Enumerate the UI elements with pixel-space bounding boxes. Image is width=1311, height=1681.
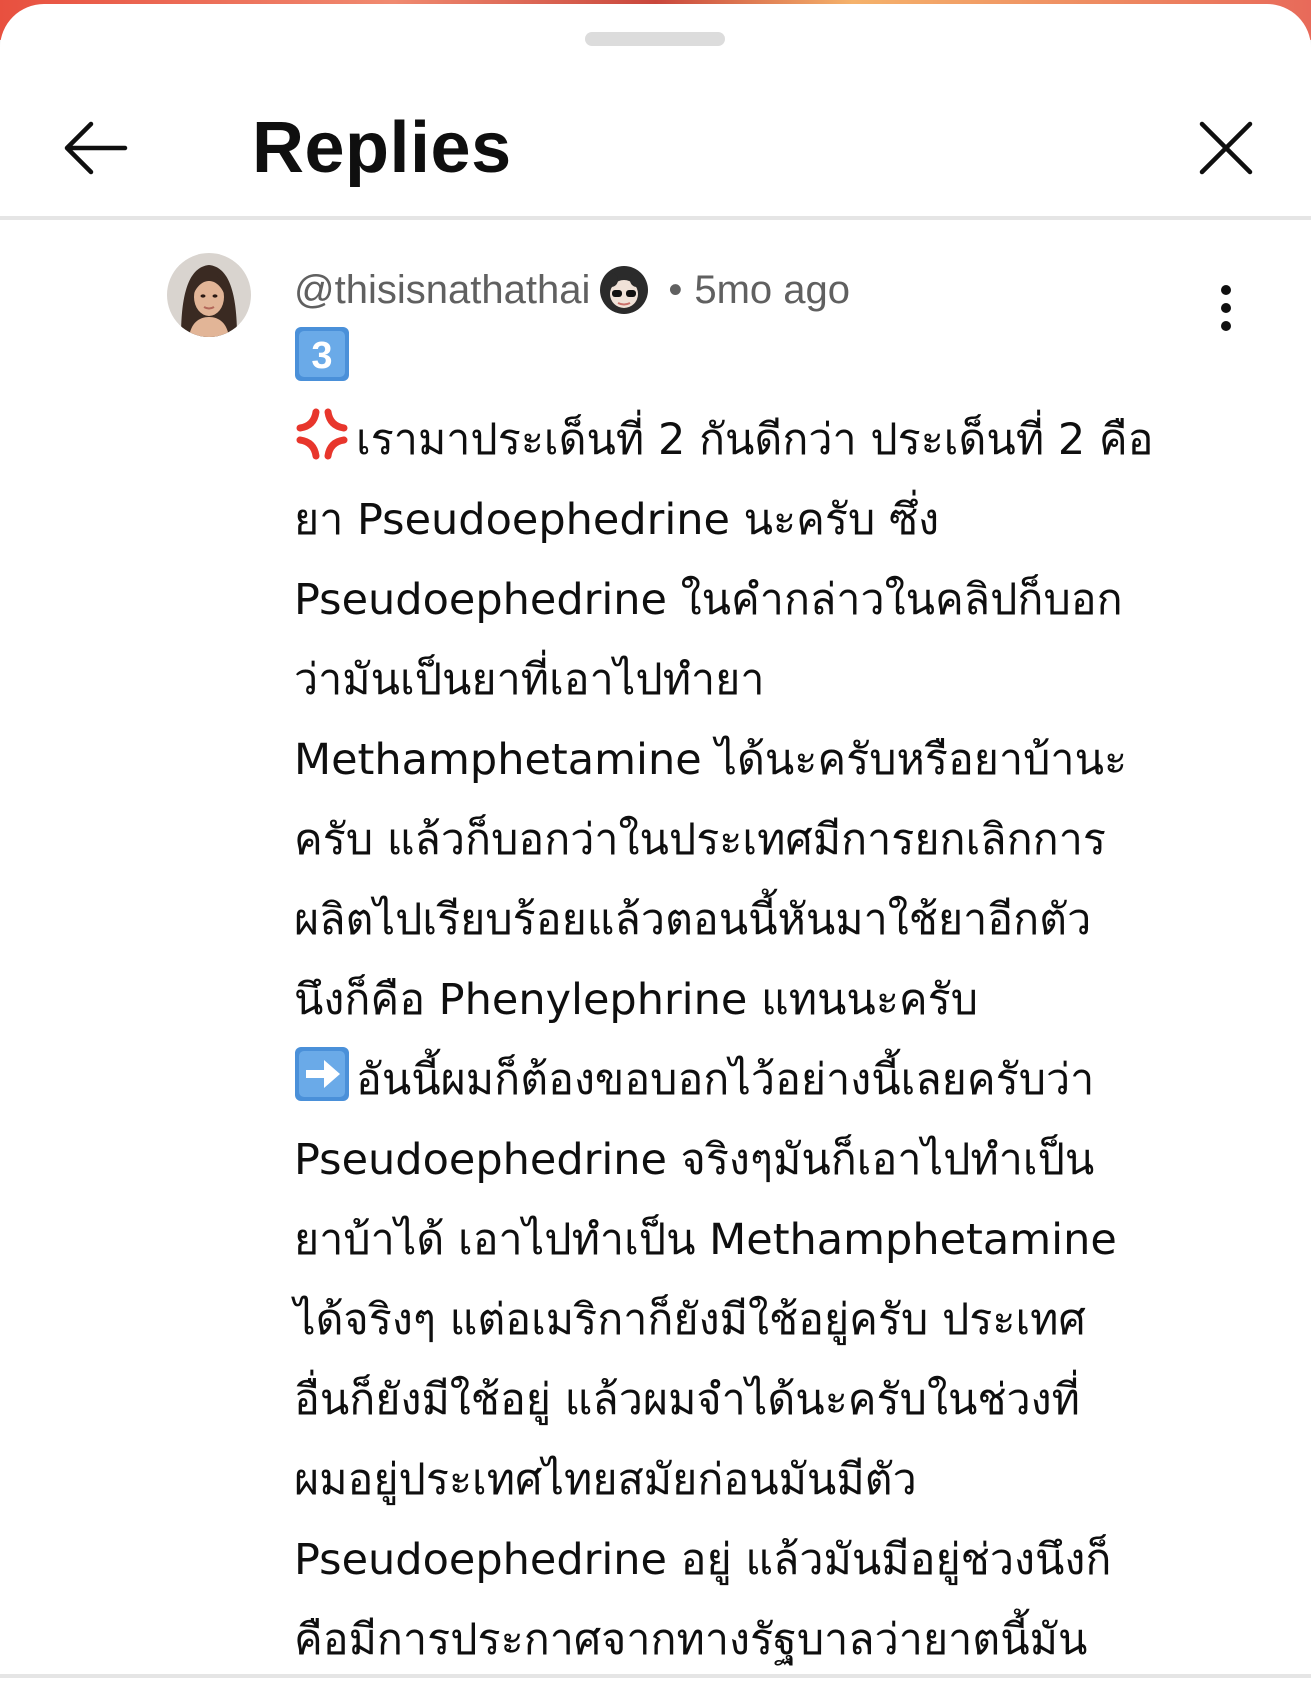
comment-line: อื่นก็ยังมีใช้อยู่ แล้วผมจำได้นะครับในช่… [294, 1375, 1081, 1425]
comment-line: คือมีการประกาศจากทางรัฐบาลว่ายาตนี้มัน [294, 1615, 1088, 1665]
comment-line: ได้จริงๆ แต่อเมริกาก็ยังมีใช้อยู่ครับ ปร… [294, 1295, 1086, 1345]
anger-symbol-icon [294, 406, 350, 462]
page-title: Replies [252, 108, 512, 188]
bottom-divider [0, 1674, 1311, 1678]
comment-line: ยา Pseudoephedrine นะครับ ซึ่ง [294, 495, 940, 545]
comment-line: ครับ แล้วก็บอกว่าในประเทศมีการยกเลิกการ [294, 815, 1106, 865]
reply-timestamp: 5mo ago [694, 267, 851, 312]
comment-line: Pseudoephedrine ในคำกล่าวในคลิปก็บอก [294, 575, 1123, 625]
replies-sheet: Replies @thisisnathathai • 5mo ago 3 เรา… [0, 4, 1311, 1681]
comment-line: ยาบ้าได้ เอาไปทำเป็น Methamphetamine [294, 1215, 1117, 1265]
avatar[interactable] [167, 253, 251, 337]
channel-avatar-badge-icon [596, 262, 652, 318]
comment-line: ผลิตไปเรียบร้อยแล้วตอนนี้หันมาใช้ยาอีกตั… [294, 895, 1092, 945]
comment-line: Methamphetamine ได้นะครับหรือยาบ้านะ [294, 735, 1128, 785]
comment-line: นึงก็คือ Phenylephrine แทนนะครับ [294, 975, 979, 1025]
comment-line: เรามาประเด็นที่ 2 กันดีกว่า ประเด็นที่ 2… [294, 400, 1234, 480]
replies-header: Replies [0, 64, 1311, 216]
comment-line: Pseudoephedrine จริงๆมันก็เอาไปทำเป็น [294, 1135, 1095, 1185]
close-icon [1199, 121, 1253, 175]
keycap-3-icon: 3 [294, 326, 350, 382]
back-button[interactable] [46, 98, 146, 198]
header-divider [0, 216, 1311, 220]
username-link[interactable]: @thisisnathathai [294, 268, 590, 313]
close-button[interactable] [1176, 98, 1276, 198]
svg-text:3: 3 [311, 335, 332, 377]
comment-line-text: อันนี้ผมก็ต้องขอบอกไว้อย่างนี้เลยครับว่า [356, 1055, 1095, 1105]
comment-line: Pseudoephedrine อยู่ แล้วมันมีอยู่ช่วงนึ… [294, 1535, 1112, 1585]
arrow-left-icon [64, 121, 128, 175]
right-arrow-emoji-icon [294, 1046, 350, 1102]
drag-handle[interactable] [585, 32, 725, 46]
comment-line: 3 [294, 320, 1234, 400]
comment-line: อันนี้ผมก็ต้องขอบอกไว้อย่างนี้เลยครับว่า [294, 1040, 1234, 1120]
meta-separator: • [668, 267, 683, 312]
reply-meta: @thisisnathathai • 5mo ago [294, 254, 850, 326]
reply-text: 3 เรามาประเด็นที่ 2 กันดีกว่า ประเด็นที่… [294, 320, 1234, 1680]
comment-line: ผมอยู่ประเทศไทยสมัยก่อนมันมีตัว [294, 1455, 917, 1505]
comment-line: ว่ามันเป็นยาที่เอาไปทำยา [294, 655, 765, 705]
comment-line-text: เรามาประเด็นที่ 2 กันดีกว่า ประเด็นที่ 2… [356, 415, 1154, 465]
